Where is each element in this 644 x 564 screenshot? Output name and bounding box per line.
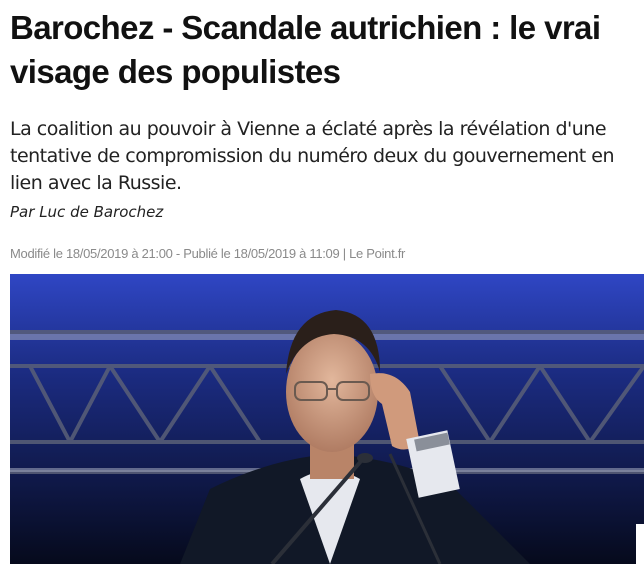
article-photo [10, 274, 644, 564]
article-meta: Modifié le 18/05/2019 à 21:00 - Publié l… [10, 246, 406, 261]
author-link[interactable]: Luc de Barochez [39, 203, 163, 221]
photo-illustration [10, 274, 644, 564]
byline-prefix: Par [10, 203, 35, 221]
article-lede: La coalition au pouvoir à Vienne a éclat… [10, 118, 615, 194]
article-title: Barochez - Scandale autrichien : le vrai… [10, 9, 601, 90]
byline: Par Luc de Barochez [10, 203, 163, 221]
